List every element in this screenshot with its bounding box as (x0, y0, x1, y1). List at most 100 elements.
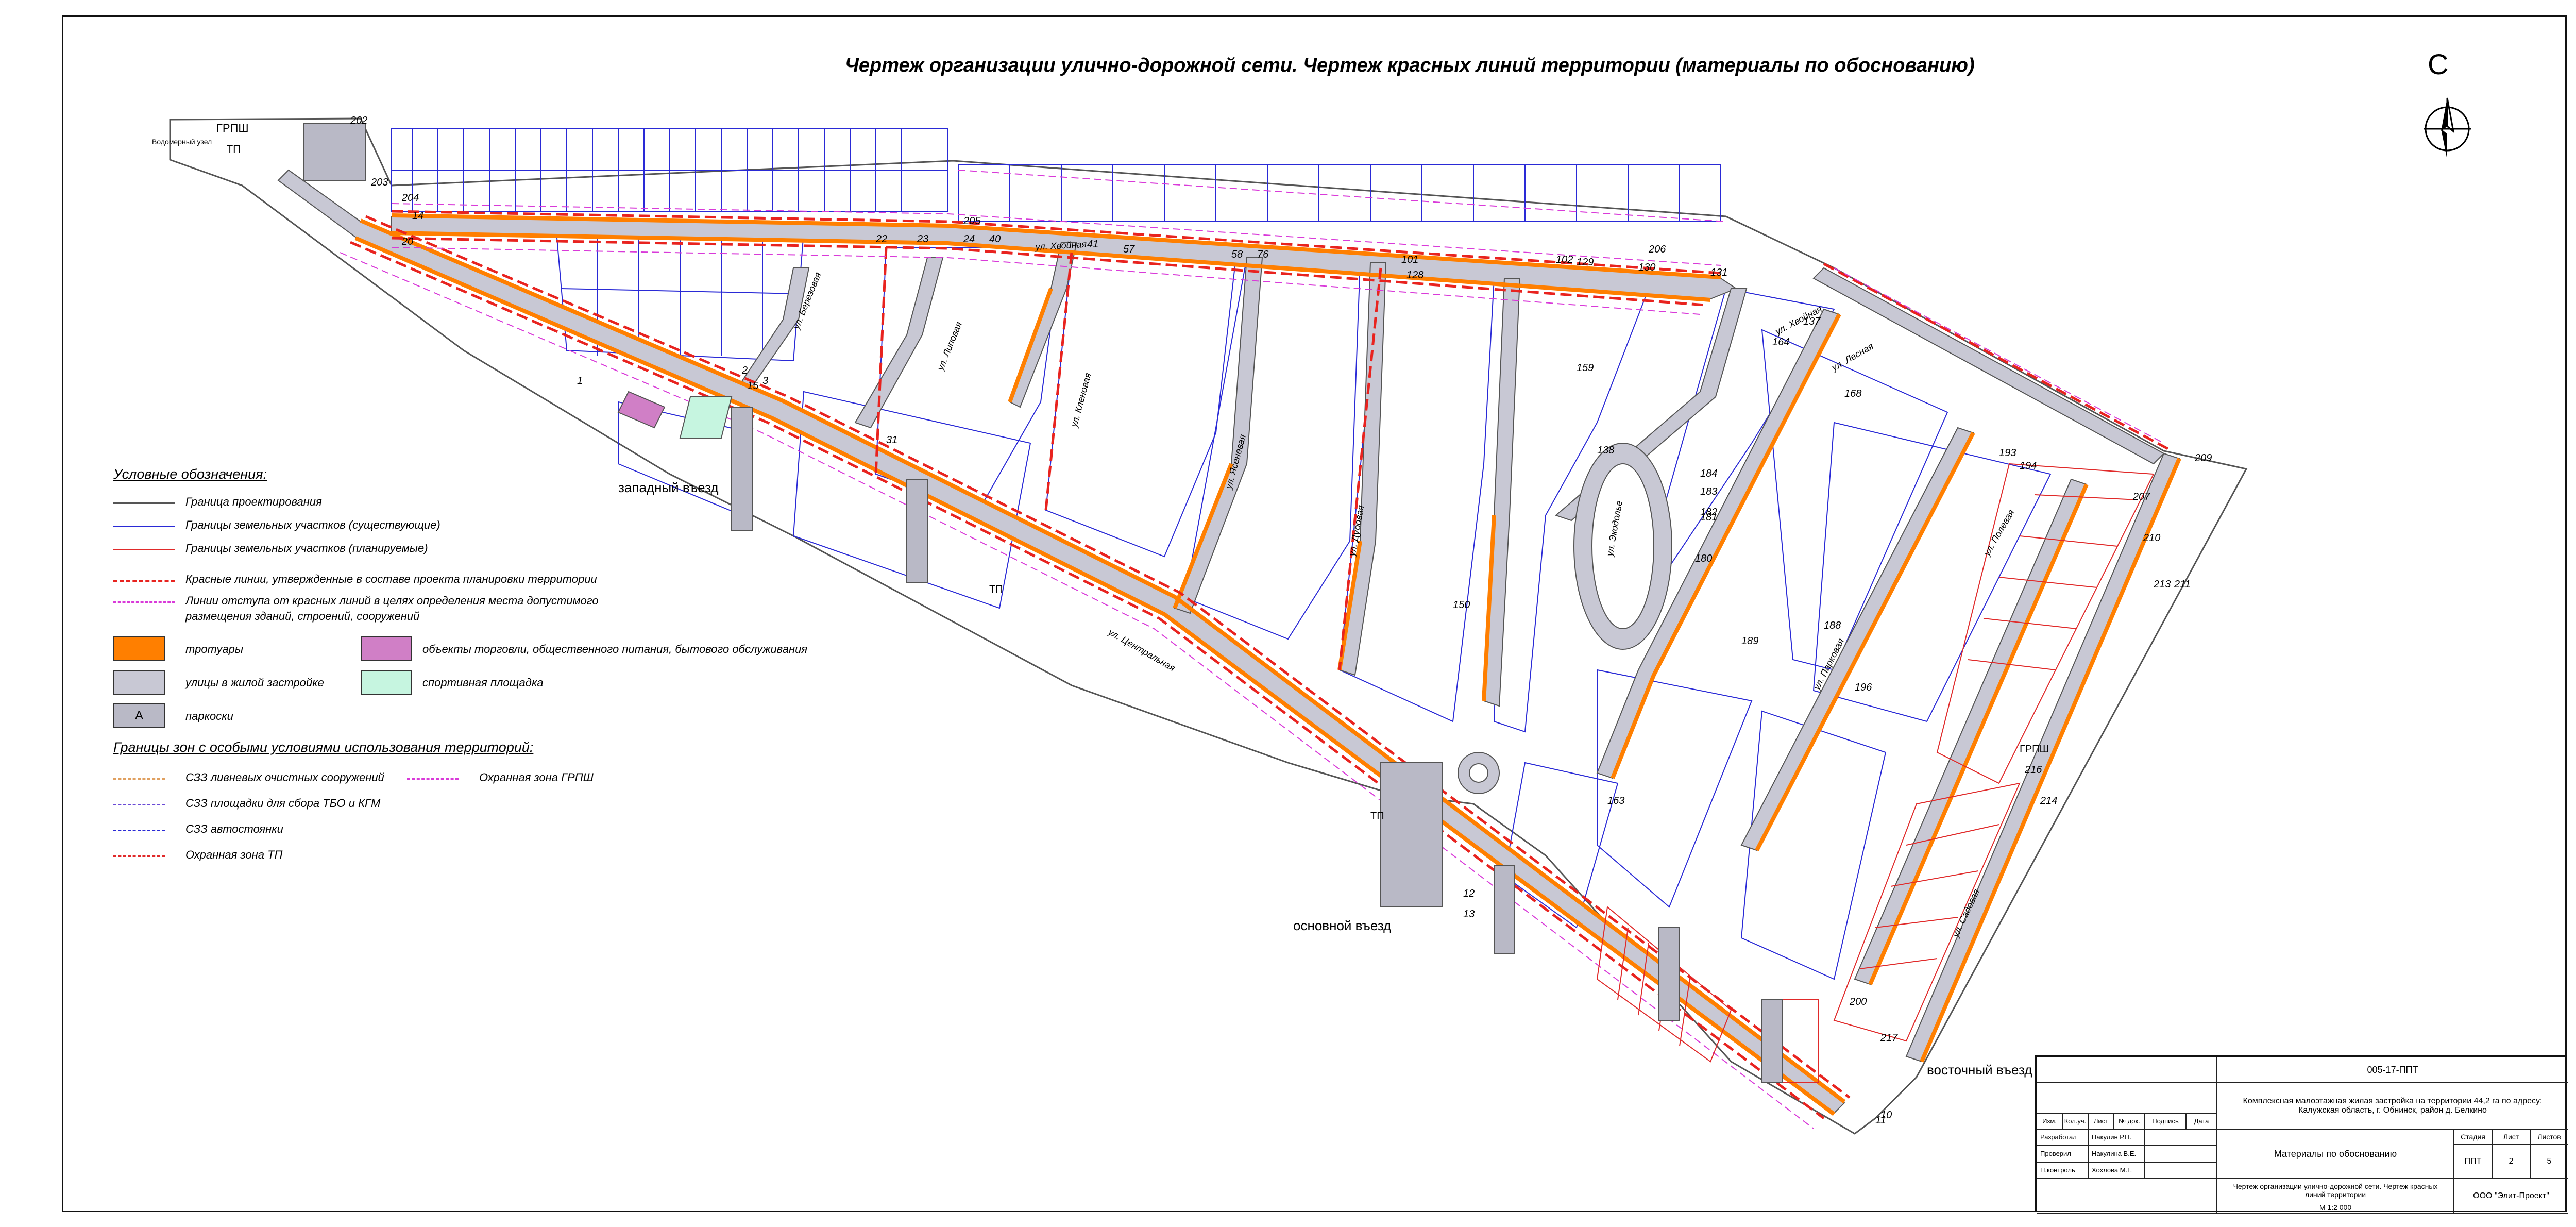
point-number-label: 206 (1648, 244, 1666, 255)
point-number-label: 214 (2040, 795, 2057, 806)
legend-item-red-line: Красные линии, утвержденные в составе пр… (185, 573, 597, 585)
point-number-label: 182 (1700, 507, 1717, 518)
legend-item-street: улицы в жилой застройке (185, 676, 324, 689)
point-number-label: 14 (412, 210, 423, 222)
point-number-label: 40 (989, 233, 1001, 245)
legend-item-existing: Границы земельных участков (существующие… (185, 518, 440, 531)
legend-swatch-setback (113, 601, 175, 603)
legend-item-sport: спортивная площадка (422, 676, 544, 689)
stamp-sign-check (2145, 1146, 2217, 1162)
legend-swatch-commerce (361, 636, 412, 661)
point-number-label: 150 (1453, 599, 1470, 611)
point-number-label: 137 (1803, 316, 1821, 327)
stamp-col-list: Лист (2088, 1114, 2114, 1129)
point-number-label: 1 (577, 375, 583, 386)
point-number-label: 41 (1087, 239, 1098, 250)
stamp-doc-code: 005-17-ППТ (2217, 1057, 2568, 1083)
point-number-label: 12 (1463, 888, 1475, 899)
point-number-label: 24 (963, 233, 975, 245)
point-number-label: 2 (741, 365, 748, 376)
stamp-scale: М 1:2 000 (2217, 1202, 2454, 1214)
point-number-label: 76 (1257, 249, 1269, 260)
map-label-grpsh-top: ГРПШ (216, 122, 249, 135)
point-number-label: 3 (762, 375, 768, 386)
point-number-label: 23 (917, 233, 928, 245)
map-label-tp3: ТП (227, 144, 241, 155)
point-number-label: 196 (1855, 682, 1872, 693)
stamp-name-check: Накулина В.Е. (2088, 1146, 2145, 1162)
point-number-label: 205 (963, 215, 981, 227)
point-number-label: 194 (2020, 460, 2037, 472)
legend-item-planned: Границы земельных участков (планируемые) (185, 542, 428, 554)
stamp-col-izm: Изм. (2037, 1114, 2062, 1129)
legend-item-setback-1: Линии отступа от красных линий в целях о… (185, 594, 599, 607)
point-number-label: 213 (2153, 579, 2171, 590)
point-number-label: 138 (1597, 445, 1614, 456)
drawing-sheet: Чертеж организации улично-дорожной сети.… (0, 0, 2576, 1227)
stamp-stage: ППТ (2454, 1145, 2492, 1179)
legend-item-setback-2: размещения зданий, строений, сооружений (185, 610, 420, 623)
stamp-sheet-label: Лист (2492, 1129, 2530, 1145)
point-number-label: 11 (1875, 1115, 1886, 1126)
point-number-label: 101 (1401, 254, 1418, 265)
legend-swatch-parking: A (113, 703, 165, 728)
stamp-role-dev: Разработал (2037, 1129, 2088, 1146)
map-label-grpsh-right: ГРПШ (2020, 744, 2049, 755)
stamp-col-date: Дата (2186, 1114, 2217, 1129)
point-number-label: 164 (1772, 337, 1789, 348)
legend-swatch-zone-storm (113, 778, 165, 780)
legend-item-zone-grpsh: Охранная зона ГРПШ (479, 771, 594, 784)
map-label-tp1: ТП (989, 584, 1003, 595)
legend-item-zone-waste: СЗЗ площадки для сбора ТБО и КГМ (185, 797, 381, 810)
point-number-label: 159 (1577, 362, 1594, 374)
legend-swatch-zone-waste (113, 804, 165, 805)
map-label-water-zone: Водомерный узел (152, 138, 212, 146)
stamp-col-kol: Кол.уч. (2062, 1114, 2088, 1129)
point-number-label: 13 (1463, 909, 1475, 920)
point-number-label: 217 (1880, 1032, 1898, 1044)
point-number-label: 200 (1849, 996, 1867, 1007)
stamp-grid-2 (2037, 1083, 2217, 1114)
legend-item-zone-storm: СЗЗ ливневых очистных сооружений (185, 771, 384, 784)
point-number-label: 183 (1700, 486, 1717, 497)
legend-title: Условные обозначения: (113, 466, 267, 482)
stamp-sign-nctrl (2145, 1162, 2217, 1179)
stamp-col-doc: № док. (2114, 1114, 2145, 1129)
point-number-label: 168 (1844, 388, 1861, 399)
legend-swatch-sidewalk (113, 636, 165, 661)
point-number-label: 130 (1638, 262, 1655, 273)
point-number-label: 180 (1695, 553, 1712, 564)
legend-item-sidewalk: тротуары (185, 643, 244, 655)
map-label-entry-east: восточный въезд (1927, 1062, 2032, 1078)
stamp-sheets-label: Листов (2530, 1129, 2568, 1145)
map-label-tp2: ТП (1370, 811, 1384, 822)
stamp-grid-3 (2037, 1179, 2217, 1214)
legend-swatch-zone-grpsh (407, 778, 459, 780)
stamp-role-check: Проверил (2037, 1146, 2088, 1162)
legend-swatch-sport (361, 670, 412, 695)
legend-swatch-zone-parking (113, 830, 165, 831)
point-number-label: 189 (1741, 635, 1758, 647)
legend-swatch-red-line (113, 580, 175, 582)
legend-zones-title: Границы зон с особыми условиями использо… (113, 739, 534, 755)
legend-item-parking: паркоски (185, 710, 233, 722)
point-number-label: 209 (2194, 452, 2212, 464)
point-number-label: 163 (1607, 795, 1624, 806)
legend-item-boundary: Граница проектирования (185, 495, 322, 508)
stamp-col-sign: Подпись (2145, 1114, 2186, 1129)
legend-swatch-street (113, 670, 165, 695)
point-number-label: 58 (1231, 249, 1243, 260)
stamp-stage-label: Стадия (2454, 1129, 2492, 1145)
stamp-role-nctrl: Н.контроль (2037, 1162, 2088, 1179)
legend-swatch-zone-tp (113, 855, 165, 857)
point-number-label: 193 (1999, 447, 2016, 459)
point-number-label: 131 (1710, 267, 1727, 278)
stamp-company: ООО "Элит-Проект" (2454, 1179, 2568, 1214)
point-number-label: 216 (2024, 764, 2042, 776)
point-number-label: 129 (1577, 257, 1594, 268)
point-number-label: 22 (875, 233, 887, 245)
legend-item-commerce: объекты торговли, общественного питания,… (422, 643, 808, 655)
point-number-label: 102 (1556, 254, 1573, 265)
point-number-label: 202 (350, 115, 367, 126)
point-number-label: 188 (1824, 620, 1841, 631)
